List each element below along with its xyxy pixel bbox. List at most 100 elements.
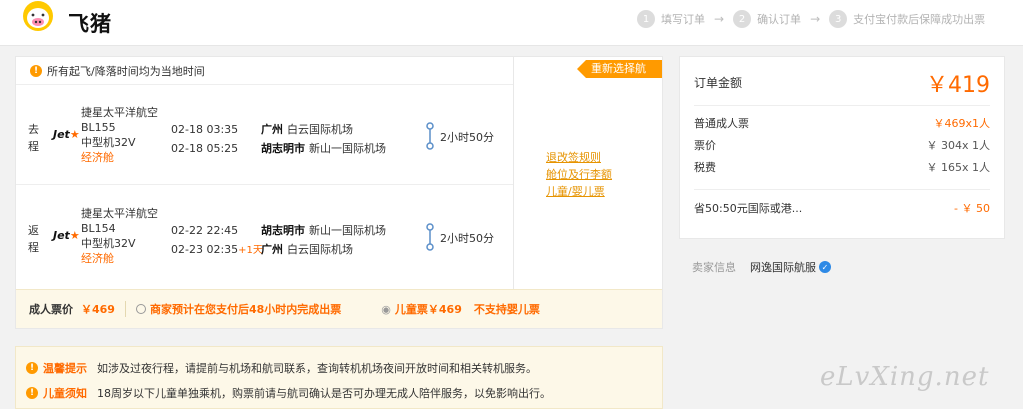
arrival-airport: 白云国际机场 (287, 243, 353, 256)
next-day-badge: +1天 (238, 245, 263, 256)
step-2: 2 确认订单 (733, 10, 801, 28)
leg-tag: 去程 (28, 123, 39, 153)
step-3-number: 3 (829, 10, 848, 28)
step-1-number: 1 (637, 10, 655, 28)
divider (694, 105, 990, 106)
refund-change-rules-link[interactable]: 退改签规则 (546, 149, 612, 166)
departure-city: 广州 (261, 123, 283, 136)
arrival-city: 广州 (261, 243, 283, 256)
departure-airport: 新山一国际机场 (309, 224, 386, 237)
divider (513, 57, 514, 289)
price-strip: 成人票价 ￥469 商家预计在您支付后48小时内完成出票 ◉ 儿童票￥469 不… (16, 289, 662, 328)
step-1-label: 填写订单 (661, 13, 705, 26)
time-notice: ! 所有起飞/降落时间均为当地时间 (16, 57, 513, 85)
route-icon (426, 122, 434, 150)
price-row-value: ￥ 304x 1人 (926, 139, 991, 152)
airline-name: 捷星太平洋航空 (81, 106, 158, 119)
adult-price-value: ￥469 (81, 303, 115, 316)
return-leg: 返程 Jet★ 捷星太平洋航空 BL154 中型机32V 经济舱 02-22 2… (16, 186, 513, 286)
arrival-city: 胡志明市 (261, 142, 305, 155)
airline-logo-icon: Jet★ (53, 229, 80, 242)
aircraft-type: 中型机32V (81, 136, 136, 149)
step-1: 1 填写订单 (637, 10, 705, 28)
step-arrow-icon: → (810, 12, 821, 26)
tip-label: 儿童须知 (43, 387, 87, 400)
price-row: 普通成人票 ￥469x1人 (694, 115, 990, 131)
departure-time: 02-18 03:35 (171, 123, 239, 136)
tip-label: 温馨提示 (43, 362, 87, 375)
time-notice-text: 所有起飞/降落时间均为当地时间 (47, 64, 205, 78)
step-arrow-icon: → (714, 12, 725, 26)
watermark: eLvXing.net (820, 362, 990, 392)
flight-number: BL155 (81, 121, 116, 134)
step-2-label: 确认订单 (757, 13, 802, 26)
info-icon: ! (26, 362, 38, 374)
discount-label: 省50:50元国际或港... (694, 202, 803, 215)
arrival-airport: 新山一国际机场 (309, 142, 386, 155)
cabin-class: 经济舱 (81, 252, 114, 265)
seller-info: 卖家信息 网逸国际航服 ✓ (692, 259, 831, 275)
price-row: 票价 ￥ 304x 1人 (694, 137, 990, 153)
price-row-value: ￥ 165x 1人 (926, 161, 991, 174)
tip-child-notice: ! 儿童须知 18周岁以下儿童单独乘机，购票前请与航司确认是否可办理无成人陪伴服… (26, 385, 551, 401)
price-row-value: ￥469x1人 (933, 117, 990, 130)
clock-icon (135, 304, 146, 314)
order-total: ￥419 (926, 73, 990, 98)
airline-logo-icon: Jet★ (53, 128, 80, 141)
policy-links: 退改签规则 舱位及行李额 儿童/婴儿票 (546, 149, 612, 200)
route-icon (426, 223, 434, 251)
tip-warm-reminder: ! 温馨提示 如涉及过夜行程，请提前与机场和航司联系，查询转机机场夜间开放时间和… (26, 360, 537, 376)
verified-badge-icon: ✓ (819, 261, 831, 273)
brand-name: 飞猪 (68, 12, 112, 36)
seller-label: 卖家信息 (692, 261, 736, 274)
eye-icon: ◉ (381, 302, 391, 316)
discount-row: 省50:50元国际或港... - ￥ 50 (694, 200, 990, 216)
flight-duration: 2小时50分 (440, 232, 494, 245)
child-price: 儿童票￥469 (394, 303, 462, 316)
order-summary: 订单金额 ￥419 普通成人票 ￥469x1人 票价 ￥ 304x 1人 税费 … (679, 56, 1005, 239)
discount-value: - ￥ 50 (954, 202, 990, 215)
divider (124, 301, 126, 317)
tip-text: 18周岁以下儿童单独乘机，购票前请与航司确认是否可办理无成人陪伴服务，以免影响出… (97, 387, 551, 400)
airline-info: 捷星太平洋航空 BL154 中型机32V 经济舱 (81, 206, 158, 266)
cabin-class: 经济舱 (81, 151, 114, 164)
order-steps: 1 填写订单 → 2 确认订单 → 3 支付宝付款后保障成功出票 (637, 9, 985, 29)
reselect-flight-button[interactable]: 重新选择航班 (577, 60, 662, 78)
flight-airports: 胡志明市 新山一国际机场 广州 白云国际机场 (261, 221, 386, 259)
tip-text: 如涉及过夜行程，请提前与机场和航司联系，查询转机机场夜间开放时间和相关转机服务。 (97, 362, 537, 375)
info-icon: ! (26, 387, 38, 399)
arrival-time: 02-18 05:25 (171, 142, 239, 155)
adult-price-label: 成人票价 (29, 303, 73, 316)
issue-time-note: 商家预计在您支付后48小时内完成出票 (149, 303, 342, 316)
top-bar: 飞猪 1 填写订单 → 2 确认订单 → 3 支付宝付款后保障成功出票 (0, 0, 1023, 46)
leg-tag: 返程 (28, 224, 39, 254)
divider (694, 189, 990, 190)
price-row-label: 普通成人票 (694, 117, 749, 130)
price-row-label: 税费 (694, 161, 716, 174)
flight-card: ! 所有起飞/降落时间均为当地时间 重新选择航班 去程 Jet★ 捷星太平洋航空… (15, 56, 663, 329)
flight-times: 02-18 03:35 02-18 05:25 (171, 120, 238, 159)
step-2-number: 2 (733, 10, 752, 28)
step-3-label: 支付宝付款后保障成功出票 (853, 13, 986, 26)
tips-panel: ! 温馨提示 如涉及过夜行程，请提前与机场和航司联系，查询转机机场夜间开放时间和… (15, 346, 663, 409)
flight-number: BL154 (81, 222, 116, 235)
seller-name[interactable]: 网逸国际航服 (750, 259, 816, 275)
baggage-allowance-link[interactable]: 舱位及行李额 (546, 166, 612, 183)
airline-info: 捷星太平洋航空 BL155 中型机32V 经济舱 (81, 105, 158, 165)
arrival-time: 02-23 02:35 (171, 243, 239, 256)
order-title: 订单金额 (694, 76, 743, 90)
info-icon: ! (30, 64, 42, 77)
departure-airport: 白云国际机场 (287, 123, 353, 136)
infant-note: 不支持婴儿票 (473, 303, 540, 316)
fliggy-logo[interactable] (16, 0, 60, 40)
price-row-label: 票价 (694, 139, 716, 152)
outbound-leg: 去程 Jet★ 捷星太平洋航空 BL155 中型机32V 经济舱 02-18 0… (16, 85, 513, 185)
airline-name: 捷星太平洋航空 (81, 207, 158, 220)
step-3: 3 支付宝付款后保障成功出票 (829, 10, 985, 28)
child-infant-ticket-link[interactable]: 儿童/婴儿票 (546, 183, 612, 200)
flight-times: 02-22 22:45 02-23 02:35+1天 (171, 221, 263, 260)
departure-time: 02-22 22:45 (171, 224, 239, 237)
price-row: 税费 ￥ 165x 1人 (694, 159, 990, 175)
departure-city: 胡志明市 (261, 224, 305, 237)
aircraft-type: 中型机32V (81, 237, 136, 250)
